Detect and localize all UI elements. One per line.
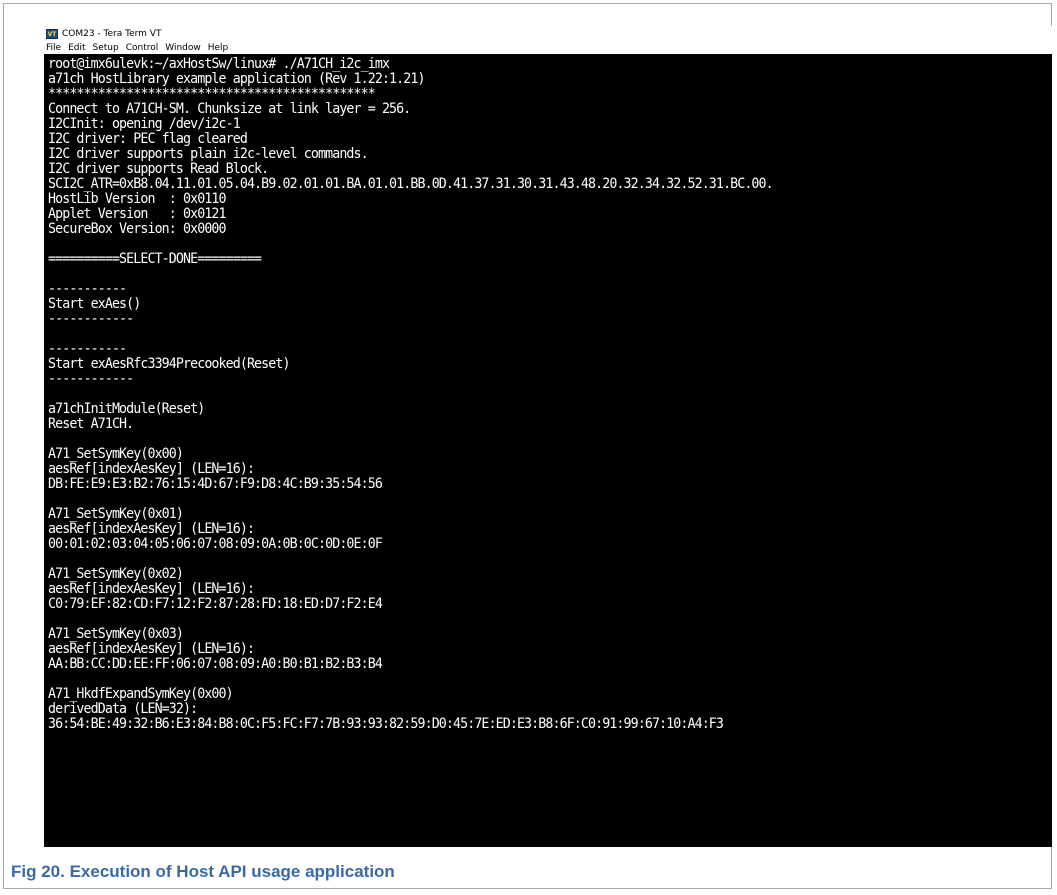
terminal-line: Reset A71CH. xyxy=(48,416,134,433)
figure-frame: VT COM23 - Tera Term VT File Edit Setup … xyxy=(3,3,1052,889)
terminal-line: ----------- xyxy=(48,341,127,358)
terminal-line: Start exAesRfc3394Precooked(Reset) xyxy=(48,356,290,373)
figure-caption: Fig 20. Execution of Host API usage appl… xyxy=(11,862,395,881)
terminal-line: derivedData (LEN=32): xyxy=(48,701,198,718)
terminal-line: Applet Version : 0x0121 xyxy=(48,206,227,223)
terminal-line: 36:54:BE:49:32:B6:E3:84:B8:0C:F5:FC:F7:7… xyxy=(48,716,724,733)
terminal-line: a71chInitModule(Reset) xyxy=(48,401,205,418)
terminal-line: aesRef[indexAesKey] (LEN=16): xyxy=(48,581,255,598)
terminal-line: A71_HkdfExpandSymKey(0x00) xyxy=(48,686,234,703)
terminal-line: Connect to A71CH-SM. Chunksize at link l… xyxy=(48,101,411,118)
terminal-line: SecureBox Version: 0x0000 xyxy=(48,221,227,238)
menu-window[interactable]: Window xyxy=(165,43,201,53)
window-title: COM23 - Tera Term VT xyxy=(62,28,162,39)
terminal-line: I2C driver: PEC flag cleared xyxy=(48,131,248,148)
menu-edit[interactable]: Edit xyxy=(68,43,85,53)
terminal-line: ----------- xyxy=(48,281,127,298)
terminal-output[interactable]: root@imx6ulevk:~/axHostSw/linux# ./A71CH… xyxy=(44,54,1052,847)
terminal-line: AA:BB:CC:DD:EE:FF:06:07:08:09:A0:B0:B1:B… xyxy=(48,656,383,673)
terminal-line: I2C driver supports plain i2c-level comm… xyxy=(48,146,369,163)
terminal-line: HostLib Version : 0x0110 xyxy=(48,191,227,208)
terminal-line: A71_SetSymKey(0x01) xyxy=(48,506,184,523)
terminal-line: root@imx6ulevk:~/axHostSw/linux# ./A71CH… xyxy=(48,56,390,73)
terminal-line: ****************************************… xyxy=(48,86,376,103)
terminal-line: a71ch HostLibrary example application (R… xyxy=(48,71,425,88)
menu-setup[interactable]: Setup xyxy=(93,43,119,53)
terminal-line: aesRef[indexAesKey] (LEN=16): xyxy=(48,641,255,658)
tera-term-app-icon[interactable]: VT xyxy=(46,28,58,39)
terminal-line: DB:FE:E9:E3:B2:76:15:4D:67:F9:D8:4C:B9:3… xyxy=(48,476,383,493)
terminal-line: A71_SetSymKey(0x00) xyxy=(48,446,184,463)
terminal-line: aesRef[indexAesKey] (LEN=16): xyxy=(48,521,255,538)
terminal-line: C0:79:EF:82:CD:F7:12:F2:87:28:FD:18:ED:D… xyxy=(48,596,383,613)
terminal-line: ==========SELECT-DONE========= xyxy=(48,251,262,268)
terminal-line: I2CInit: opening /dev/i2c-1 xyxy=(48,116,241,133)
terminal-line: Start exAes() xyxy=(48,296,141,313)
tera-term-window: VT COM23 - Tera Term VT File Edit Setup … xyxy=(44,26,1052,847)
menu-help[interactable]: Help xyxy=(208,43,229,53)
terminal-line: ------------ xyxy=(48,371,134,388)
terminal-line: SCI2C_ATR=0xB8.04.11.01.05.04.B9.02.01.0… xyxy=(48,176,774,193)
terminal-line: I2C driver supports Read Block. xyxy=(48,161,269,178)
terminal-line: ------------ xyxy=(48,311,134,328)
terminal-line: A71_SetSymKey(0x02) xyxy=(48,566,184,583)
terminal-line: A71_SetSymKey(0x03) xyxy=(48,626,184,643)
menu-control[interactable]: Control xyxy=(126,43,159,53)
title-bar: VT COM23 - Tera Term VT xyxy=(44,26,1052,41)
terminal-line: 00:01:02:03:04:05:06:07:08:09:0A:0B:0C:0… xyxy=(48,536,383,553)
menu-bar: File Edit Setup Control Window Help xyxy=(44,41,1052,54)
menu-file[interactable]: File xyxy=(46,43,61,53)
terminal-line: aesRef[indexAesKey] (LEN=16): xyxy=(48,461,255,478)
